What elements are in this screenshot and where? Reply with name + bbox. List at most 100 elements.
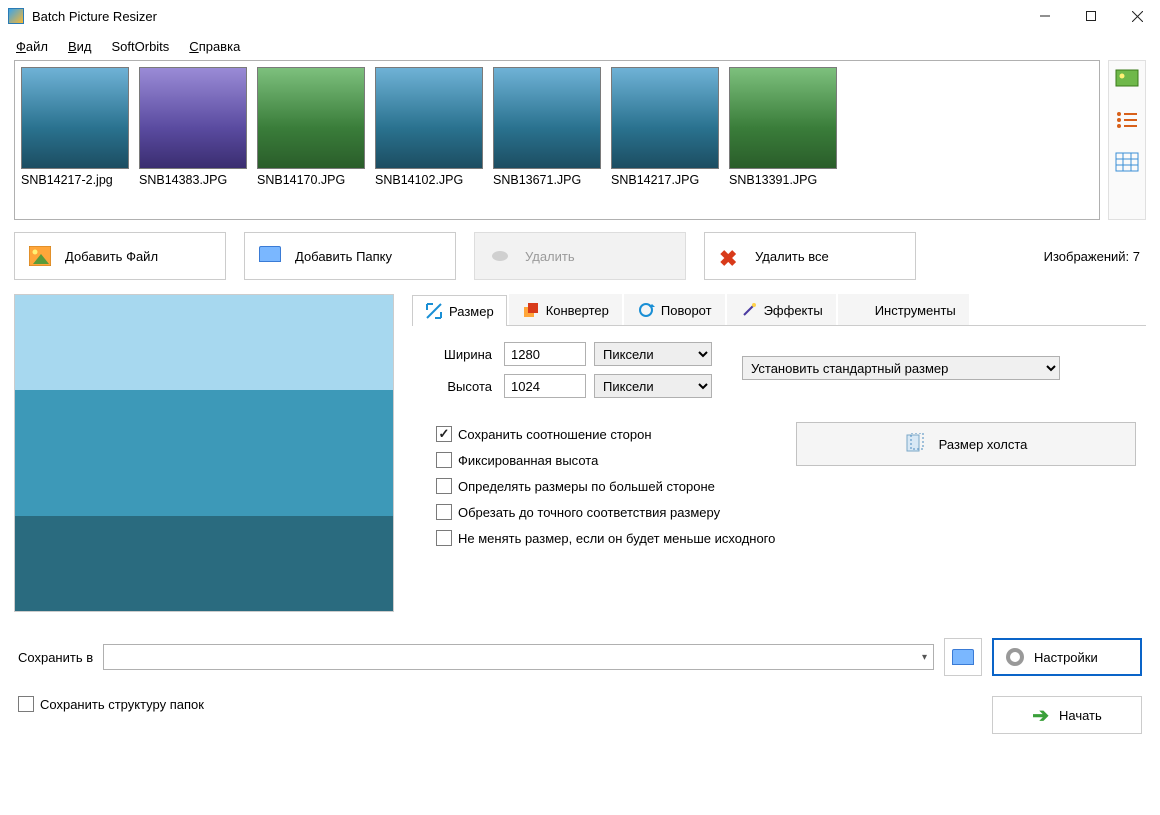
checkbox-icon xyxy=(436,426,452,442)
start-button[interactable]: ➔ Начать xyxy=(992,696,1142,734)
thumbnail-filename: SNB14383.JPG xyxy=(139,173,227,187)
tab-rotate-label: Поворот xyxy=(661,303,712,318)
play-icon: ➔ xyxy=(1032,703,1049,728)
thumbnail-filename: SNB14102.JPG xyxy=(375,173,463,187)
crop-exact-checkbox[interactable]: Обрезать до точного соответствия размеру xyxy=(436,504,776,520)
eraser-icon xyxy=(489,246,511,266)
menu-file[interactable]: Файл xyxy=(8,35,56,58)
width-label: Ширина xyxy=(422,347,492,362)
checkbox-icon xyxy=(436,530,452,546)
keep-ratio-label: Сохранить соотношение сторон xyxy=(458,427,652,442)
tab-effects-label: Эффекты xyxy=(764,303,823,318)
detect-larger-checkbox[interactable]: Определять размеры по большей стороне xyxy=(436,478,776,494)
tab-effects[interactable]: Эффекты xyxy=(727,294,836,325)
menu-softorbits[interactable]: SoftOrbits xyxy=(104,35,178,58)
thumbnail-image xyxy=(493,67,601,169)
thumbnail-image xyxy=(139,67,247,169)
add-folder-label: Добавить Папку xyxy=(295,249,392,264)
checkbox-icon xyxy=(436,452,452,468)
settings-button[interactable]: Настройки xyxy=(992,638,1142,676)
menu-bar: Файл Вид SoftOrbits Справка xyxy=(0,32,1160,60)
thumbnail-filename: SNB14170.JPG xyxy=(257,173,345,187)
menu-view[interactable]: Вид xyxy=(60,35,100,58)
tab-tools[interactable]: Инструменты xyxy=(838,294,969,325)
keep-ratio-checkbox[interactable]: Сохранить соотношение сторон xyxy=(436,426,776,442)
checkbox-icon xyxy=(436,478,452,494)
image-icon xyxy=(29,246,51,266)
thumbnail-item[interactable]: SNB14217-2.jpg xyxy=(21,67,129,187)
window-title: Batch Picture Resizer xyxy=(32,9,1022,24)
converter-icon xyxy=(522,301,540,319)
thumbnail-item[interactable]: SNB14102.JPG xyxy=(375,67,483,187)
keep-folder-structure-label: Сохранить структуру папок xyxy=(40,697,204,712)
gear-icon xyxy=(851,301,869,319)
thumbnail-image xyxy=(375,67,483,169)
tab-rotate[interactable]: Поворот xyxy=(624,294,725,325)
tab-converter[interactable]: Конвертер xyxy=(509,294,622,325)
chevron-down-icon: ▾ xyxy=(922,652,927,663)
rotate-icon xyxy=(637,301,655,319)
width-input[interactable] xyxy=(504,342,586,366)
view-list-icon[interactable] xyxy=(1115,109,1139,131)
fixed-height-label: Фиксированная высота xyxy=(458,453,598,468)
preview-image xyxy=(14,294,394,612)
tab-tools-label: Инструменты xyxy=(875,303,956,318)
thumbnail-filename: SNB13391.JPG xyxy=(729,173,817,187)
browse-folder-button[interactable] xyxy=(944,638,982,676)
width-unit-select[interactable]: Пиксели xyxy=(594,342,712,366)
thumbnail-filename: SNB14217-2.jpg xyxy=(21,173,113,187)
title-bar: Batch Picture Resizer xyxy=(0,0,1160,32)
checkbox-icon xyxy=(18,696,34,712)
save-path-combobox[interactable]: ▾ xyxy=(103,644,934,670)
fixed-height-checkbox[interactable]: Фиксированная высота xyxy=(436,452,776,468)
x-icon: ✖ xyxy=(719,246,741,266)
thumbnail-item[interactable]: SNB13671.JPG xyxy=(493,67,601,187)
add-file-label: Добавить Файл xyxy=(65,249,158,264)
canvas-size-label: Размер холста xyxy=(939,437,1028,452)
no-resize-smaller-checkbox[interactable]: Не менять размер, если он будет меньше и… xyxy=(436,530,776,546)
wand-icon xyxy=(740,301,758,319)
view-thumbnail-icon[interactable] xyxy=(1115,67,1139,89)
view-mode-bar xyxy=(1108,60,1146,220)
thumbnail-item[interactable]: SNB14383.JPG xyxy=(139,67,247,187)
canvas-icon xyxy=(905,433,927,456)
resize-icon xyxy=(425,302,443,320)
maximize-button[interactable] xyxy=(1068,0,1114,32)
height-unit-select[interactable]: Пиксели xyxy=(594,374,712,398)
tab-size[interactable]: Размер xyxy=(412,295,507,326)
add-folder-button[interactable]: Добавить Папку xyxy=(244,232,456,280)
thumbnail-item[interactable]: SNB14170.JPG xyxy=(257,67,365,187)
thumbnail-filename: SNB14217.JPG xyxy=(611,173,699,187)
thumbnail-list[interactable]: SNB14217-2.jpg SNB14383.JPG SNB14170.JPG SN… xyxy=(14,60,1100,220)
delete-button: Удалить xyxy=(474,232,686,280)
thumbnail-filename: SNB13671.JPG xyxy=(493,173,581,187)
thumbnail-item[interactable]: SNB14217.JPG xyxy=(611,67,719,187)
size-panel: Ширина Пиксели Высота Пиксели Установить… xyxy=(412,326,1146,566)
tab-size-label: Размер xyxy=(449,304,494,319)
height-label: Высота xyxy=(422,379,492,394)
detect-larger-label: Определять размеры по большей стороне xyxy=(458,479,715,494)
toolbar: Добавить Файл Добавить Папку Удалить ✖ У… xyxy=(14,232,1146,280)
view-details-icon[interactable] xyxy=(1115,151,1139,173)
crop-exact-label: Обрезать до точного соответствия размеру xyxy=(458,505,720,520)
no-resize-smaller-label: Не менять размер, если он будет меньше и… xyxy=(458,531,775,546)
image-count: Изображений: 7 xyxy=(1044,249,1146,264)
delete-label: Удалить xyxy=(525,249,575,264)
keep-folder-structure-checkbox[interactable]: Сохранить структуру папок xyxy=(18,696,204,712)
menu-help[interactable]: Справка xyxy=(181,35,248,58)
thumbnail-image xyxy=(21,67,129,169)
minimize-button[interactable] xyxy=(1022,0,1068,32)
settings-label: Настройки xyxy=(1034,650,1098,665)
delete-all-button[interactable]: ✖ Удалить все xyxy=(704,232,916,280)
app-icon xyxy=(8,8,24,24)
standard-size-select[interactable]: Установить стандартный размер xyxy=(742,356,1060,380)
start-label: Начать xyxy=(1059,708,1102,723)
height-input[interactable] xyxy=(504,374,586,398)
thumbnail-image xyxy=(611,67,719,169)
add-file-button[interactable]: Добавить Файл xyxy=(14,232,226,280)
tab-converter-label: Конвертер xyxy=(546,303,609,318)
thumbnail-image xyxy=(729,67,837,169)
canvas-size-button[interactable]: Размер холста xyxy=(796,422,1136,466)
thumbnail-item[interactable]: SNB13391.JPG xyxy=(729,67,837,187)
close-button[interactable] xyxy=(1114,0,1160,32)
